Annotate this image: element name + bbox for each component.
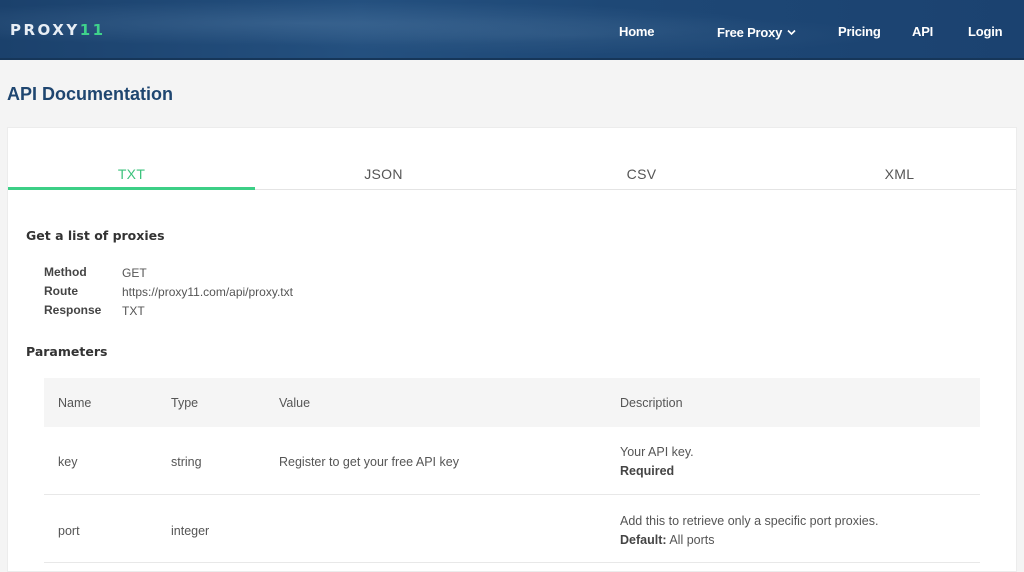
section-heading-parameters: Parameters bbox=[26, 344, 108, 359]
nav-home[interactable]: Home bbox=[619, 24, 655, 39]
api-doc-card: TXT JSON CSV XML Get a list of proxies M… bbox=[7, 127, 1017, 572]
param-name: key bbox=[58, 455, 78, 469]
chevron-down-icon bbox=[787, 24, 796, 39]
table-header: Name Type Value Description bbox=[44, 378, 980, 427]
param-note-label: Required bbox=[620, 464, 675, 478]
column-header-name: Name bbox=[58, 396, 92, 410]
param-type: integer bbox=[171, 524, 210, 538]
nav-login[interactable]: Login bbox=[968, 24, 1003, 39]
parameters-table: Name Type Value Description key string R… bbox=[44, 378, 980, 563]
nav-free-proxy-label: Free Proxy bbox=[717, 25, 783, 40]
format-tabs: TXT JSON CSV XML bbox=[8, 128, 1016, 190]
logo-accent: 11 bbox=[79, 21, 106, 39]
column-header-description: Description bbox=[620, 396, 683, 410]
param-value: Register to get your free API key bbox=[279, 455, 459, 469]
param-default: Default: All ports bbox=[620, 533, 714, 547]
response-label: Response bbox=[44, 303, 102, 317]
tab-csv[interactable]: CSV bbox=[518, 166, 765, 182]
response-value: TXT bbox=[122, 304, 145, 318]
logo-text: PROXY bbox=[10, 21, 80, 39]
tab-json[interactable]: JSON bbox=[260, 166, 507, 182]
param-type: string bbox=[171, 455, 202, 469]
method-label: Method bbox=[44, 265, 87, 279]
section-heading-list: Get a list of proxies bbox=[26, 228, 165, 243]
nav-api[interactable]: API bbox=[912, 24, 933, 39]
method-value: GET bbox=[122, 266, 147, 280]
page-title: API Documentation bbox=[7, 84, 174, 104]
table-row: port integer Add this to retrieve only a… bbox=[44, 495, 980, 563]
nav-free-proxy[interactable]: Free Proxy bbox=[717, 24, 796, 40]
tab-txt[interactable]: TXT bbox=[8, 166, 255, 182]
logo[interactable]: PROXY11 bbox=[10, 21, 106, 39]
table-row: key string Register to get your free API… bbox=[44, 427, 980, 495]
active-tab-indicator bbox=[8, 187, 255, 190]
route-label: Route bbox=[44, 284, 78, 298]
param-description: Your API key. bbox=[620, 445, 694, 459]
top-navbar: PROXY11 Home Free Proxy Pricing API Logi… bbox=[0, 0, 1024, 60]
param-name: port bbox=[58, 524, 80, 538]
param-description: Add this to retrieve only a specific por… bbox=[620, 514, 879, 528]
nav-pricing[interactable]: Pricing bbox=[838, 24, 881, 39]
param-note-value: All ports bbox=[669, 533, 715, 547]
tab-xml[interactable]: XML bbox=[776, 166, 1023, 182]
column-header-value: Value bbox=[279, 396, 311, 410]
param-note-label: Default: bbox=[620, 533, 667, 547]
route-value: https://proxy11.com/api/proxy.txt bbox=[122, 285, 293, 299]
column-header-type: Type bbox=[171, 396, 199, 410]
